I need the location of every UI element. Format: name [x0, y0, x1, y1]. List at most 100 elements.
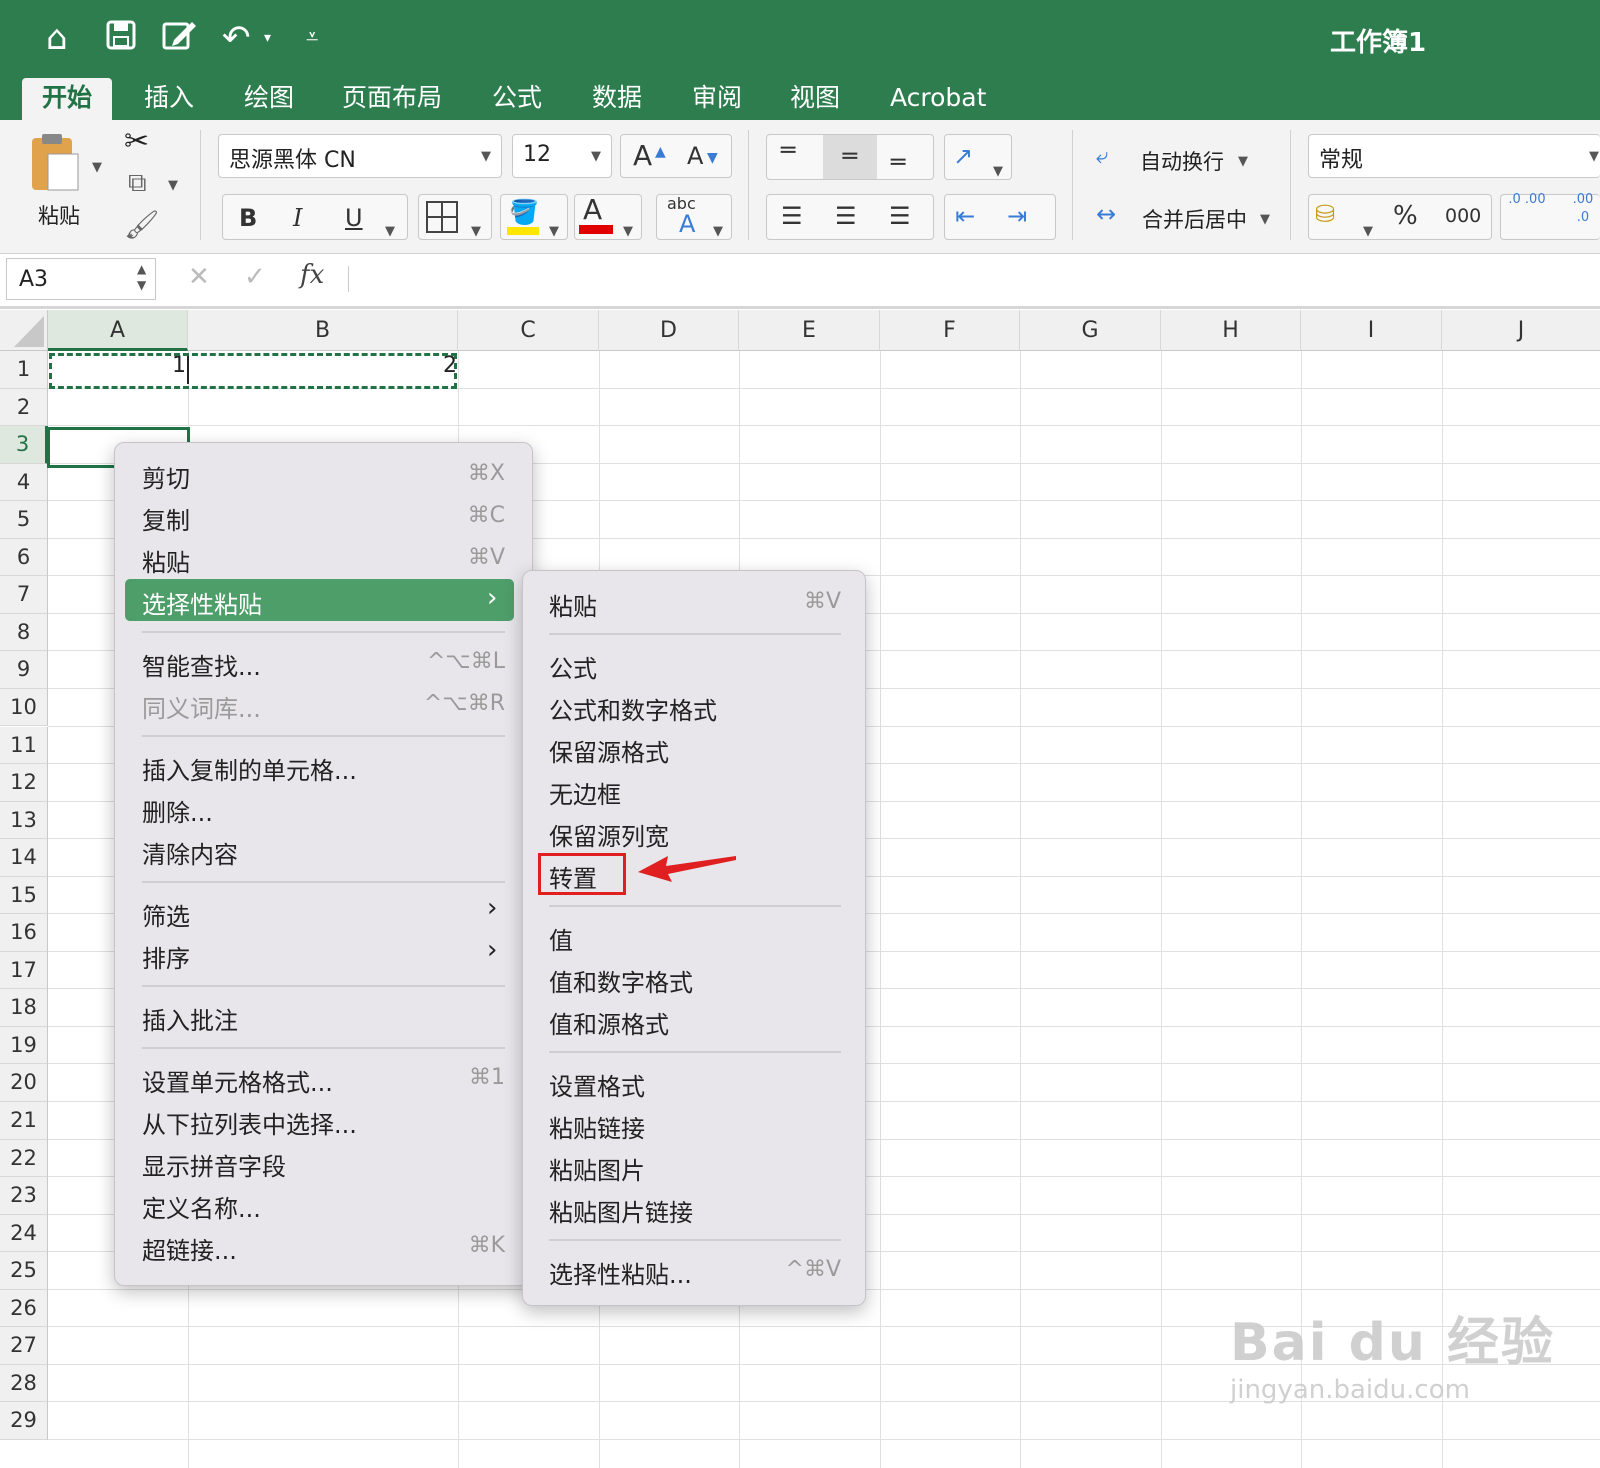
increase-decimal-button[interactable]: .0 .00 — [1507, 191, 1547, 209]
row-header[interactable]: 27 — [0, 1327, 48, 1365]
increase-indent-icon[interactable]: ⇥ — [1007, 195, 1027, 237]
percent-button[interactable]: % — [1393, 195, 1418, 237]
row-header[interactable]: 10 — [0, 688, 48, 727]
align-center-icon[interactable]: ☰ — [835, 195, 857, 237]
tab-view[interactable]: 视图 — [770, 78, 860, 120]
cancel-icon[interactable]: ✕ — [188, 262, 210, 292]
row-header[interactable]: 22 — [0, 1139, 48, 1178]
align-left-icon[interactable]: ☰ — [781, 195, 803, 237]
row-header[interactable]: 3 — [0, 426, 48, 464]
row-header[interactable]: 4 — [0, 463, 48, 502]
underline-dropdown-icon[interactable]: ▼ — [385, 211, 395, 253]
menu-item-cut[interactable]: 剪切 — [142, 459, 190, 494]
edit-icon[interactable] — [160, 18, 198, 61]
tab-acrobat[interactable]: Acrobat — [870, 78, 1006, 120]
submenu-item-keep-source-widths[interactable]: 保留源列宽 — [549, 817, 669, 852]
row-header[interactable]: 29 — [0, 1402, 48, 1440]
chevron-down-icon[interactable]: ▼ — [1363, 211, 1373, 253]
align-middle-icon[interactable]: ═ — [823, 135, 877, 179]
undo-dropdown-icon[interactable]: ▾ — [264, 18, 271, 58]
submenu-item-keep-source-format[interactable]: 保留源格式 — [549, 733, 669, 768]
menu-item-delete[interactable]: 删除... — [142, 793, 213, 828]
row-header[interactable]: 17 — [0, 951, 48, 990]
font-color-button[interactable]: A ▼ — [574, 193, 642, 240]
orientation-button[interactable]: ↗ ▼ — [944, 134, 1012, 180]
row-header[interactable]: 11 — [0, 726, 48, 765]
submenu-item-formulas[interactable]: 公式 — [549, 649, 597, 684]
menu-item-smart-lookup[interactable]: 智能查找... — [142, 647, 261, 682]
submenu-item-paste-picture[interactable]: 粘贴图片 — [549, 1151, 645, 1186]
row-header[interactable]: 19 — [0, 1026, 48, 1065]
paste-dropdown-icon[interactable]: ▼ — [92, 160, 102, 175]
row-header[interactable]: 1 — [0, 351, 48, 389]
row-header[interactable]: 5 — [0, 501, 48, 539]
col-header-c[interactable]: C — [458, 310, 599, 351]
row-header[interactable]: 14 — [0, 839, 48, 877]
tab-review[interactable]: 审阅 — [672, 78, 762, 120]
submenu-item-formulas-number-format[interactable]: 公式和数字格式 — [549, 691, 717, 726]
row-header[interactable]: 23 — [0, 1177, 48, 1215]
save-icon[interactable] — [104, 18, 138, 61]
select-all-corner[interactable] — [0, 310, 48, 351]
col-header-i[interactable]: I — [1301, 310, 1442, 351]
name-box-stepper-icon[interactable]: ▲ ▼ — [137, 261, 146, 293]
underline-button[interactable]: U — [345, 197, 363, 239]
undo-icon[interactable]: ↶ — [222, 18, 251, 58]
col-header-g[interactable]: G — [1020, 310, 1161, 351]
menu-item-insert-copied-cells[interactable]: 插入复制的单元格... — [142, 751, 357, 786]
accounting-format-icon[interactable]: ⛁ — [1315, 193, 1335, 235]
phonetic-button[interactable]: abc A ▼ — [656, 194, 732, 240]
menu-item-format-cells[interactable]: 设置单元格格式... — [142, 1063, 333, 1098]
submenu-item-paste-special[interactable]: 选择性粘贴... — [549, 1255, 692, 1290]
submenu-item-no-borders[interactable]: 无边框 — [549, 775, 621, 810]
row-header[interactable]: 26 — [0, 1289, 48, 1328]
bold-button[interactable]: B — [239, 197, 257, 239]
copy-dropdown-icon[interactable]: ▼ — [168, 178, 178, 193]
submenu-item-formatting[interactable]: 设置格式 — [549, 1067, 645, 1102]
row-header[interactable]: 24 — [0, 1214, 48, 1253]
row-header[interactable]: 8 — [0, 613, 48, 652]
tab-formulas[interactable]: 公式 — [472, 78, 562, 120]
merge-center-button[interactable]: ↔ 合并后居中 ▼ — [1096, 198, 1296, 238]
row-header[interactable]: 18 — [0, 989, 48, 1027]
col-header-d[interactable]: D — [599, 310, 739, 351]
col-header-j[interactable]: J — [1442, 310, 1600, 351]
row-header[interactable]: 9 — [0, 651, 48, 689]
menu-item-insert-comment[interactable]: 插入批注 — [142, 1001, 238, 1036]
row-header[interactable]: 25 — [0, 1252, 48, 1290]
row-header[interactable]: 21 — [0, 1102, 48, 1140]
col-header-h[interactable]: H — [1161, 310, 1301, 351]
shrink-font-button[interactable]: A — [687, 135, 703, 177]
font-size-select[interactable]: 12 ▼ — [512, 134, 612, 178]
name-box[interactable]: A3 ▲ ▼ — [6, 258, 156, 300]
number-format-select[interactable]: 常规 ▼ — [1308, 134, 1600, 178]
row-header[interactable]: 6 — [0, 538, 48, 577]
menu-item-clear-contents[interactable]: 清除内容 — [142, 835, 238, 870]
row-header[interactable]: 13 — [0, 801, 48, 840]
align-right-icon[interactable]: ☰ — [889, 195, 911, 237]
copy-icon[interactable]: ⧉ — [128, 168, 147, 199]
customize-icon[interactable]: ⩡ — [306, 18, 318, 58]
fill-color-button[interactable]: 🪣 ▼ — [500, 194, 568, 240]
menu-item-hyperlink[interactable]: 超链接... — [142, 1231, 237, 1266]
home-icon[interactable]: ⌂ — [46, 18, 68, 58]
insert-function-button[interactable]: fx — [300, 260, 324, 290]
align-top-icon[interactable]: ═ — [781, 129, 795, 171]
wrap-text-button[interactable]: ⤶ 自动换行 ▼ — [1096, 140, 1276, 180]
menu-item-paste[interactable]: 粘贴 — [142, 543, 190, 578]
menu-item-pick-from-list[interactable]: 从下拉列表中选择... — [142, 1105, 357, 1140]
col-header-f[interactable]: F — [880, 310, 1020, 351]
row-header[interactable]: 7 — [0, 576, 48, 614]
row-header[interactable]: 12 — [0, 764, 48, 802]
row-header[interactable]: 2 — [0, 388, 48, 427]
grow-font-button[interactable]: A — [633, 135, 652, 177]
row-header[interactable]: 20 — [0, 1064, 48, 1102]
submenu-item-picture-link[interactable]: 粘贴图片链接 — [549, 1193, 693, 1228]
tab-home[interactable]: 开始 — [22, 78, 113, 120]
tab-data[interactable]: 数据 — [572, 78, 662, 120]
paste-button[interactable]: ▼ 粘贴 — [22, 130, 112, 240]
submenu-item-values[interactable]: 值 — [549, 921, 573, 956]
tab-draw[interactable]: 绘图 — [224, 78, 314, 120]
align-bottom-icon[interactable]: ═ — [891, 141, 905, 183]
submenu-item-paste[interactable]: 粘贴 — [549, 587, 597, 622]
